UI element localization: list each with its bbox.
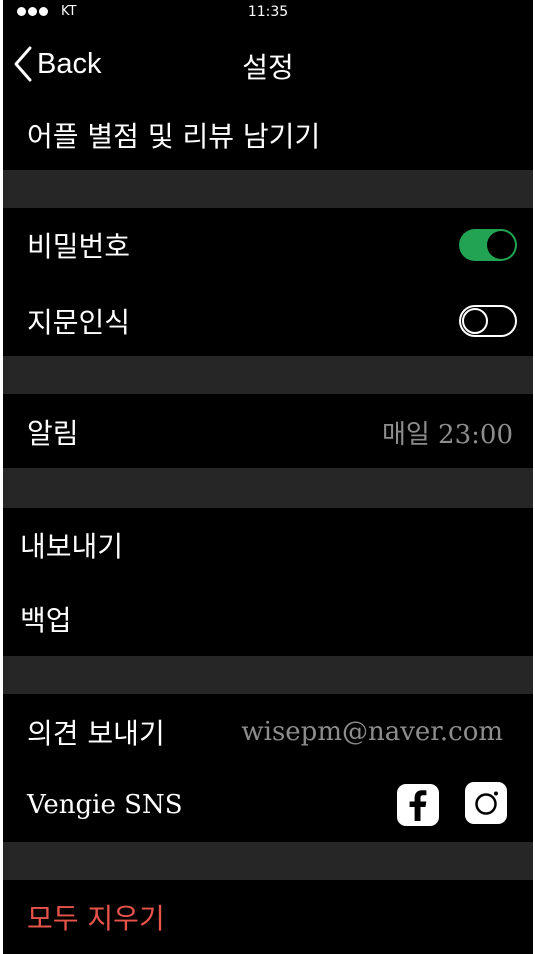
clear-all-item[interactable]: 모두 지우기 xyxy=(3,884,533,950)
password-item: 비밀번호 xyxy=(3,212,533,278)
instagram-icon[interactable] xyxy=(465,782,507,824)
fingerprint-label: 지문인식 xyxy=(27,306,131,339)
notification-item[interactable]: 알림 매일 23:00 xyxy=(3,398,533,466)
sns-label: Vengie SNS xyxy=(27,790,183,820)
section-separator xyxy=(3,842,533,880)
notification-time: 매일 23:00 xyxy=(381,419,513,450)
status-time: 11:35 xyxy=(247,4,289,20)
section-separator xyxy=(3,170,533,208)
settings-screen: KT 11:35 Back 설정 어플 별점 및 리뷰 남기기 비밀번호 지문인… xyxy=(3,0,533,954)
status-bar: KT 11:35 xyxy=(3,0,533,28)
toggle-knob xyxy=(462,308,488,334)
toggle-knob xyxy=(487,231,515,259)
notification-label: 알림 xyxy=(27,417,79,450)
section-separator xyxy=(3,356,533,394)
facebook-icon[interactable] xyxy=(397,784,439,826)
export-item[interactable]: 내보내기 xyxy=(3,512,533,578)
fingerprint-toggle[interactable] xyxy=(459,305,517,337)
feedback-item[interactable]: 의견 보내기 wisepm@naver.com xyxy=(3,698,533,766)
fingerprint-item: 지문인식 xyxy=(3,288,533,354)
feedback-label: 의견 보내기 xyxy=(27,717,165,750)
password-toggle[interactable] xyxy=(459,229,517,261)
page-title: 설정 xyxy=(242,51,294,84)
feedback-email: wisepm@naver.com xyxy=(241,717,503,747)
section-separator xyxy=(3,468,533,508)
rate-review-label: 어플 별점 및 리뷰 남기기 xyxy=(27,120,321,153)
sns-item: Vengie SNS xyxy=(3,774,533,836)
rate-review-item[interactable]: 어플 별점 및 리뷰 남기기 xyxy=(3,104,533,166)
export-label: 내보내기 xyxy=(20,530,124,563)
section-separator xyxy=(3,656,533,694)
backup-label: 백업 xyxy=(20,604,72,637)
password-label: 비밀번호 xyxy=(27,230,131,263)
clear-all-label: 모두 지우기 xyxy=(27,902,165,935)
backup-item[interactable]: 백업 xyxy=(3,586,533,652)
navigation-bar: Back 설정 xyxy=(3,38,533,90)
